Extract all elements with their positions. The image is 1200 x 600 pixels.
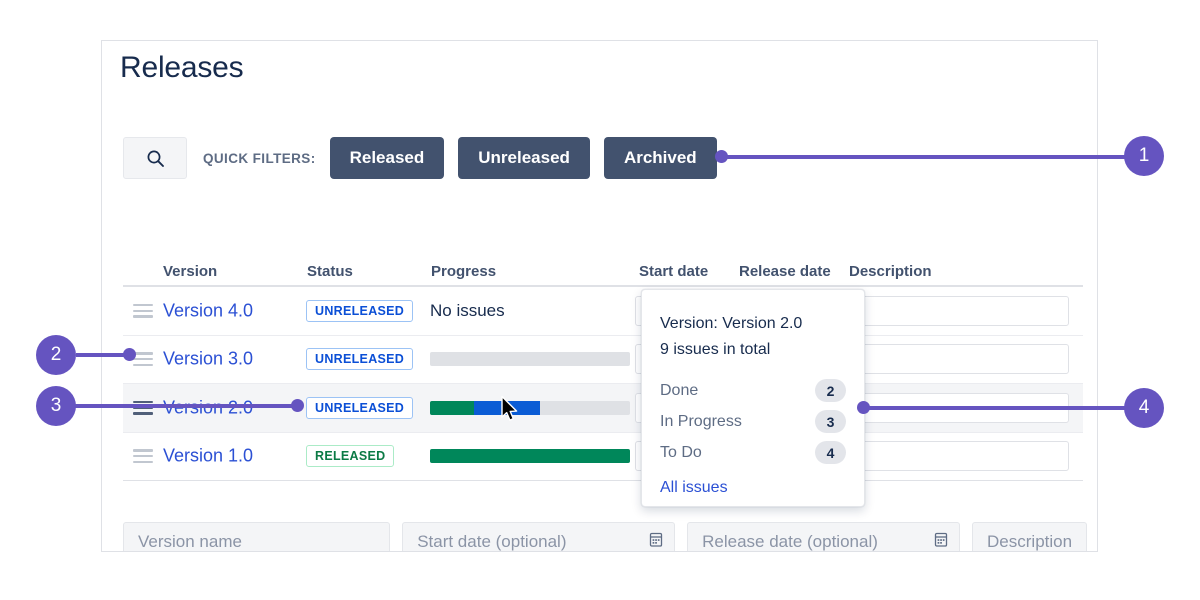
version-name-field[interactable]: Version name — [123, 522, 390, 552]
screenshot-stage: Releases QUICK FILTERS: Released Unrelea… — [0, 0, 1200, 600]
release-date-placeholder: Release date (optional) — [688, 532, 878, 552]
tooltip-row-done: Done 2 — [660, 375, 846, 406]
new-version-form: Version name Start date (optional) — [123, 522, 1098, 552]
search-icon — [146, 149, 165, 168]
calendar-icon[interactable] — [648, 531, 664, 552]
quick-filters-label: QUICK FILTERS: — [203, 151, 316, 166]
start-date-placeholder: Start date (optional) — [403, 532, 566, 552]
description-input[interactable] — [845, 296, 1069, 326]
progress-cell[interactable] — [430, 449, 630, 463]
all-issues-link[interactable]: All issues — [642, 468, 864, 497]
progress-bar — [430, 401, 630, 415]
column-header-status[interactable]: Status — [307, 263, 353, 280]
table-row[interactable]: Version 4.0 UNRELEASED No issues — [123, 287, 1083, 336]
version-link[interactable]: Version 3.0 — [163, 349, 253, 370]
drag-handle-icon[interactable] — [133, 304, 153, 318]
annotation-dot-3 — [291, 399, 304, 412]
column-header-progress[interactable]: Progress — [431, 263, 496, 280]
tooltip-version-line: Version: Version 2.0 — [660, 311, 846, 337]
description-field[interactable]: Description — [972, 522, 1087, 552]
status-badge: UNRELEASED — [306, 397, 413, 419]
tooltip-breakdown: Done 2 In Progress 3 To Do 4 — [642, 363, 864, 468]
tooltip-row-in-progress: In Progress 3 — [660, 406, 846, 437]
filter-chip-archived[interactable]: Archived — [604, 137, 717, 179]
annotation-marker-3: 3 — [36, 386, 76, 426]
tooltip-label: In Progress — [660, 413, 742, 431]
tooltip-row-to-do: To Do 4 — [660, 437, 846, 468]
progress-cell[interactable] — [430, 401, 630, 415]
search-button[interactable] — [123, 137, 187, 179]
filter-chip-released[interactable]: Released — [330, 137, 445, 179]
version-link[interactable]: Version 2.0 — [163, 397, 253, 418]
progress-bar — [430, 449, 630, 463]
tooltip-label: To Do — [660, 444, 702, 462]
release-date-field[interactable]: Release date (optional) — [687, 522, 960, 552]
status-badge: UNRELEASED — [306, 348, 413, 370]
column-header-release-date[interactable]: Release date — [739, 263, 831, 280]
annotation-marker-2: 2 — [36, 335, 76, 375]
tooltip-count-badge: 3 — [815, 410, 846, 433]
quick-filter-bar: QUICK FILTERS: Released Unreleased Archi… — [123, 137, 717, 179]
tooltip-count-badge: 2 — [815, 379, 846, 402]
tooltip-count-badge: 4 — [815, 441, 846, 464]
status-badge: UNRELEASED — [306, 300, 413, 322]
version-name-placeholder: Version name — [124, 532, 242, 552]
annotation-dot-1 — [715, 150, 728, 163]
annotation-dot-4 — [857, 401, 870, 414]
tooltip-total-line: 9 issues in total — [660, 337, 846, 363]
column-header-version[interactable]: Version — [163, 263, 217, 280]
column-header-description[interactable]: Description — [849, 263, 932, 280]
annotation-dot-2 — [123, 348, 136, 361]
version-link[interactable]: Version 1.0 — [163, 446, 253, 467]
status-badge: RELEASED — [306, 445, 394, 467]
drag-handle-icon[interactable] — [133, 352, 153, 366]
version-link[interactable]: Version 4.0 — [163, 300, 253, 321]
description-placeholder: Description — [973, 532, 1072, 552]
tooltip-label: Done — [660, 382, 698, 400]
annotation-line-2 — [76, 353, 128, 357]
column-header-start-date[interactable]: Start date — [639, 263, 708, 280]
progress-cell[interactable] — [430, 352, 630, 366]
start-date-field[interactable]: Start date (optional) — [402, 522, 675, 552]
table-row[interactable]: Version 1.0 RELEASED — [123, 433, 1083, 482]
progress-cell[interactable]: No issues — [430, 301, 630, 321]
description-input[interactable] — [845, 441, 1069, 471]
annotation-line-1 — [721, 155, 1127, 159]
filter-chip-unreleased[interactable]: Unreleased — [458, 137, 590, 179]
annotation-line-3 — [74, 404, 296, 408]
table-row[interactable]: Version 3.0 UNRELEASED — [123, 336, 1083, 385]
releases-card: Releases QUICK FILTERS: Released Unrelea… — [101, 40, 1098, 552]
progress-text: No issues — [430, 301, 630, 321]
progress-segment-inprogress — [474, 401, 540, 415]
progress-segment-done — [430, 449, 630, 463]
annotation-marker-4: 4 — [1124, 388, 1164, 428]
page-title: Releases — [120, 51, 243, 85]
progress-segment-done — [430, 401, 474, 415]
tooltip-header: Version: Version 2.0 9 issues in total — [642, 290, 864, 363]
version-progress-tooltip: Version: Version 2.0 9 issues in total D… — [641, 289, 865, 507]
table-header-row: Version Status Progress Start date Relea… — [123, 253, 1083, 287]
progress-bar — [430, 352, 630, 366]
releases-table: Version Status Progress Start date Relea… — [123, 253, 1083, 481]
annotation-line-4 — [863, 406, 1125, 410]
drag-handle-icon[interactable] — [133, 449, 153, 463]
calendar-icon[interactable] — [933, 531, 949, 552]
description-input[interactable] — [845, 344, 1069, 374]
annotation-marker-1: 1 — [1124, 136, 1164, 176]
